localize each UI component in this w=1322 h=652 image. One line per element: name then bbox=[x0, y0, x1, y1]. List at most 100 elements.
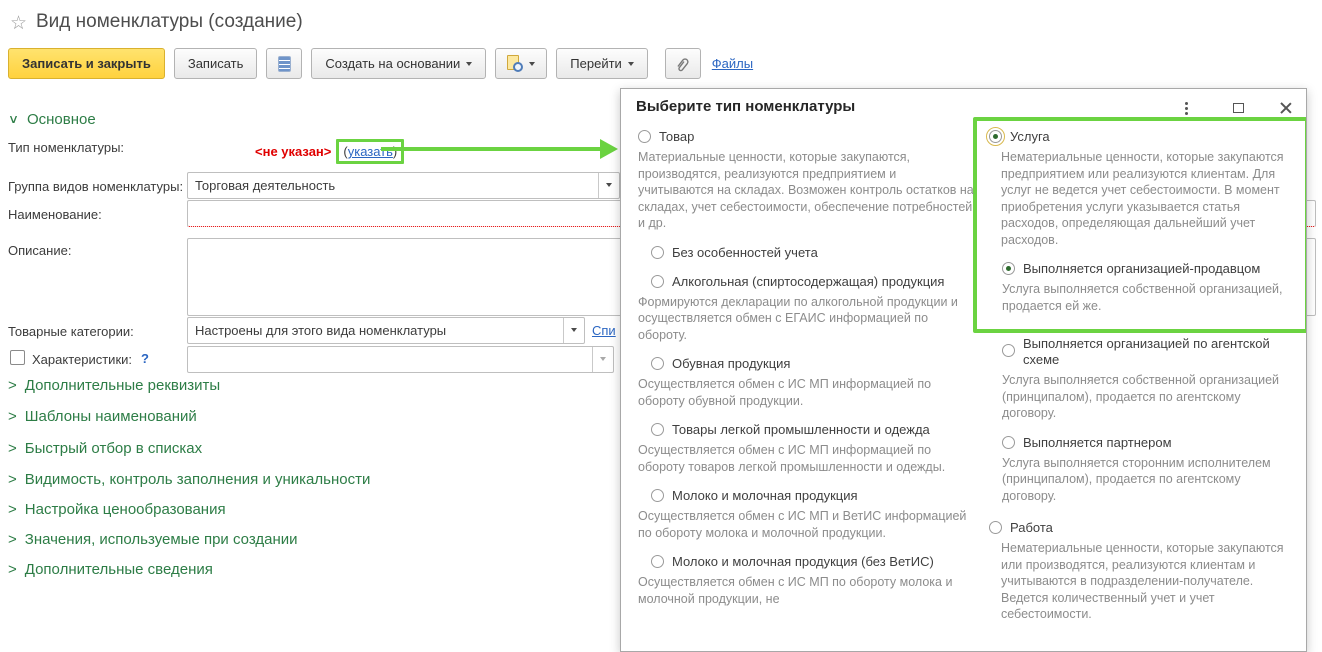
files-link[interactable]: Файлы bbox=[712, 56, 753, 71]
option-label: Выполняется организацией по агентской сх… bbox=[1023, 336, 1291, 368]
type-label: Тип номенклатуры: bbox=[8, 140, 124, 155]
option-alcohol-production[interactable]: Алкогольная (спиртосодержащая) продукция bbox=[651, 274, 974, 290]
dialog-title: Выберите тип номенклатуры bbox=[636, 98, 855, 115]
categories-list-link[interactable]: Спи bbox=[592, 323, 616, 338]
option-no-special-accounting[interactable]: Без особенностей учета bbox=[651, 245, 974, 261]
characteristics-dropdown-button[interactable] bbox=[592, 347, 613, 372]
option-label: Выполняется организацией-продавцом bbox=[1023, 261, 1260, 277]
characteristics-label: Характеристики: bbox=[32, 352, 132, 367]
option-performed-by-seller-org[interactable]: Выполняется организацией-продавцом bbox=[1002, 261, 1291, 277]
group-value: Торговая деятельность bbox=[188, 178, 598, 193]
radio-icon[interactable] bbox=[651, 423, 664, 436]
option-light-industry-goods[interactable]: Товары легкой промышленности и одежда bbox=[651, 422, 974, 438]
chevron-right-icon: > bbox=[8, 531, 17, 548]
maximize-icon bbox=[1233, 103, 1244, 113]
option-performed-by-partner[interactable]: Выполняется партнером bbox=[1002, 435, 1291, 451]
option-description: Услуга выполняется собственной организац… bbox=[1002, 372, 1291, 422]
option-performed-by-org-agency[interactable]: Выполняется организацией по агентской сх… bbox=[1002, 336, 1291, 368]
radio-icon[interactable] bbox=[651, 489, 664, 502]
type-value-not-set: <не указан> bbox=[255, 144, 331, 159]
radio-icon[interactable] bbox=[1002, 436, 1015, 449]
option-description: Осуществляется обмен с ИС МП информацией… bbox=[638, 442, 974, 475]
characteristics-combobox[interactable] bbox=[187, 346, 614, 373]
radio-icon[interactable] bbox=[638, 130, 651, 143]
option-label: Молоко и молочная продукция (без ВетИС) bbox=[672, 554, 934, 570]
option-description: Нематериальные ценности, которые закупаю… bbox=[1001, 540, 1291, 623]
group-combobox[interactable]: Торговая деятельность bbox=[187, 172, 620, 199]
option-product[interactable]: Товар bbox=[638, 129, 974, 145]
characteristics-help-link[interactable]: ? bbox=[141, 351, 149, 366]
option-label: Выполняется партнером bbox=[1023, 435, 1172, 451]
section-label: Значения, используемые при создании bbox=[25, 531, 298, 548]
chevron-down-icon bbox=[529, 62, 535, 69]
group-dropdown-button[interactable] bbox=[598, 173, 619, 198]
option-description: Осуществляется обмен с ИС МП информацией… bbox=[638, 376, 974, 409]
close-button[interactable] bbox=[1277, 99, 1295, 117]
option-label: Алкогольная (спиртосодержащая) продукция bbox=[672, 274, 944, 290]
save-and-close-label: Записать и закрыть bbox=[22, 56, 151, 71]
section-main-header[interactable]: ∨Основное bbox=[8, 110, 96, 128]
option-milk-production-no-vetis[interactable]: Молоко и молочная продукция (без ВетИС) bbox=[651, 554, 974, 570]
save-button[interactable]: Записать bbox=[174, 48, 258, 79]
radio-icon[interactable] bbox=[651, 246, 664, 259]
go-to-button[interactable]: Перейти bbox=[556, 48, 648, 79]
type-value-row: <не указан> (указать) bbox=[255, 139, 404, 164]
close-icon bbox=[1280, 102, 1292, 114]
section-additional-attributes[interactable]: >Дополнительные реквизиты bbox=[8, 377, 220, 394]
section-additional-info[interactable]: >Дополнительные сведения bbox=[8, 561, 213, 578]
favorite-star-icon[interactable]: ☆ bbox=[10, 12, 27, 35]
section-pricing-setup[interactable]: >Настройка ценообразования bbox=[8, 501, 226, 518]
radio-selected-icon[interactable] bbox=[989, 130, 1002, 143]
annotation-box-specify: (указать) bbox=[336, 139, 404, 164]
maximize-button[interactable] bbox=[1229, 99, 1247, 117]
categories-dropdown-button[interactable] bbox=[563, 318, 584, 343]
option-description: Нематериальные ценности, которые закупаю… bbox=[1001, 149, 1291, 248]
option-service[interactable]: Услуга bbox=[989, 129, 1291, 145]
radio-icon[interactable] bbox=[651, 275, 664, 288]
section-name-templates[interactable]: > Шаблоны наименований bbox=[8, 408, 197, 425]
document-history-icon bbox=[507, 55, 523, 72]
chevron-right-icon: > bbox=[8, 408, 17, 425]
section-creation-values[interactable]: > Значения, используемые при создании bbox=[8, 531, 298, 548]
radio-icon[interactable] bbox=[651, 357, 664, 370]
create-based-on-button[interactable]: Создать на основании bbox=[311, 48, 486, 79]
more-icon bbox=[1185, 107, 1188, 110]
option-description: Материальные ценности, которые закупаютс… bbox=[638, 149, 974, 232]
option-label: Молоко и молочная продукция bbox=[672, 488, 858, 504]
radio-icon[interactable] bbox=[989, 521, 1002, 534]
annotation-arrow-line bbox=[381, 147, 602, 151]
option-milk-production[interactable]: Молоко и молочная продукция bbox=[651, 488, 974, 504]
chevron-down-icon bbox=[628, 62, 634, 69]
radio-icon[interactable] bbox=[651, 555, 664, 568]
option-description: Формируются декларации по алкогольной пр… bbox=[638, 294, 974, 344]
annotation-arrow-head bbox=[600, 139, 618, 159]
dialog-right-column: Услуга Нематериальные ценности, которые … bbox=[989, 129, 1291, 623]
attachments-button[interactable] bbox=[665, 48, 701, 79]
categories-combobox[interactable]: Настроены для этого вида номенклатуры bbox=[187, 317, 585, 344]
option-work[interactable]: Работа bbox=[989, 520, 1291, 536]
section-main-label: Основное bbox=[27, 111, 96, 128]
more-button[interactable] bbox=[1177, 99, 1195, 117]
page-title: Вид номенклатуры (создание) bbox=[36, 11, 303, 33]
reports-button[interactable] bbox=[266, 48, 302, 79]
option-footwear-production[interactable]: Обувная продукция bbox=[651, 356, 974, 372]
radio-selected-icon[interactable] bbox=[1002, 262, 1015, 275]
section-quick-filter[interactable]: >Быстрый отбор в списках bbox=[8, 440, 202, 457]
radio-icon[interactable] bbox=[1002, 344, 1015, 357]
option-description: Осуществляется обмен с ИС МП и ВетИС инф… bbox=[638, 508, 974, 541]
create-based-on-label: Создать на основании bbox=[325, 56, 460, 71]
section-label: Шаблоны наименований bbox=[25, 408, 197, 425]
save-label: Записать bbox=[188, 56, 244, 71]
option-label: Услуга bbox=[1010, 129, 1050, 145]
section-label: Дополнительные сведения bbox=[25, 561, 213, 578]
chevron-down-icon bbox=[600, 357, 606, 364]
characteristics-checkbox[interactable] bbox=[10, 350, 25, 365]
change-history-button[interactable] bbox=[495, 48, 547, 79]
section-label: Настройка ценообразования bbox=[25, 501, 226, 518]
section-label: Быстрый отбор в списках bbox=[25, 440, 202, 457]
option-label: Обувная продукция bbox=[672, 356, 790, 372]
option-description: Услуга выполняется собственной организац… bbox=[1002, 281, 1291, 314]
save-and-close-button[interactable]: Записать и закрыть bbox=[8, 48, 165, 79]
option-label: Товары легкой промышленности и одежда bbox=[672, 422, 930, 438]
section-visibility-control[interactable]: >Видимость, контроль заполнения и уникал… bbox=[8, 471, 370, 488]
